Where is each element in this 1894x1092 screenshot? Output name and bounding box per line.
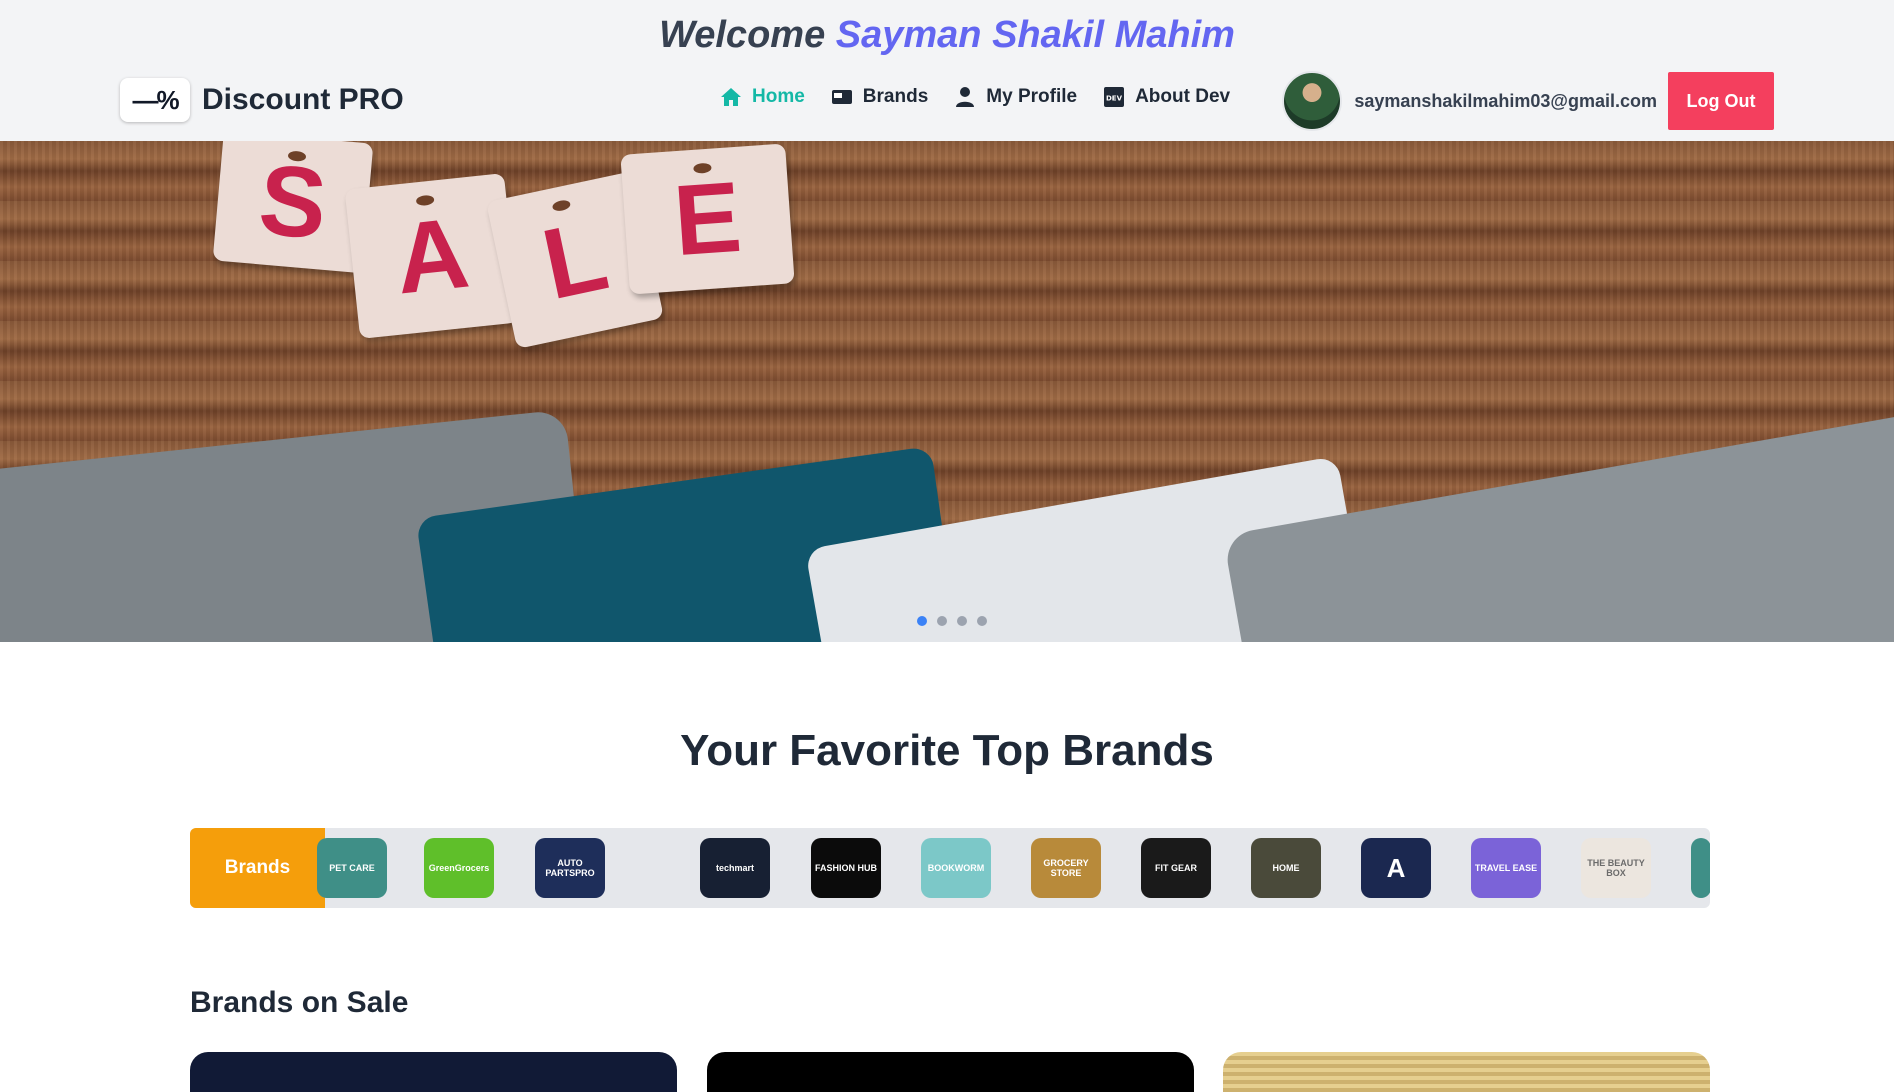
brand-logo-tile[interactable]: PET CARE [317, 838, 387, 898]
main-nav: Home Brands My Profile DEV About Dev [720, 86, 1230, 108]
nav-my-profile[interactable]: My Profile [954, 86, 1077, 108]
sale-card[interactable] [1223, 1052, 1710, 1092]
sale-tag-a: A [344, 173, 520, 339]
carousel-dot[interactable] [977, 616, 987, 626]
brand-logos: PET CARE GreenGrocers AUTO PARTSPRO techmar… [317, 828, 1710, 908]
carousel-dot[interactable] [937, 616, 947, 626]
brand-logo-text: techmart [715, 863, 754, 873]
welcome-user-name: Sayman Shakil Mahim [835, 14, 1235, 56]
brand-logo-tile[interactable]: BOOKWORM [921, 838, 991, 898]
brand-home-link[interactable]: —% Discount PRO [120, 78, 404, 122]
brand-logo-tile[interactable]: GROCERY STORE [1031, 838, 1101, 898]
home-icon [720, 86, 742, 108]
brand-logo-text: HOME [1272, 863, 1300, 873]
brand-logo-text: FASHION HUB [814, 863, 877, 873]
welcome-banner: Welcome Sayman Shakil Mahim [0, 14, 1894, 57]
brands-marquee-label: Brands [190, 828, 325, 908]
brand-logo-text: PET CARE [329, 863, 375, 873]
sale-tag-e: E [620, 143, 795, 295]
avatar[interactable] [1282, 71, 1343, 131]
brands-on-sale-title: Brands on Sale [190, 986, 409, 1019]
brand-name: Discount PRO [202, 83, 404, 116]
sale-card[interactable] [190, 1052, 677, 1092]
brand-logo-tile[interactable]: THE BEAUTY BOX [1581, 838, 1651, 898]
nav-brands[interactable]: Brands [831, 86, 928, 108]
brand-logo-tile[interactable]: FASHION HUB [811, 838, 881, 898]
brand-logo-tile[interactable]: FIT GEAR [1141, 838, 1211, 898]
dev-icon: DEV [1103, 86, 1125, 108]
carousel-dots [917, 616, 987, 626]
nav-home[interactable]: Home [720, 86, 805, 108]
brand-logo-tile[interactable]: GreenGrocers [424, 838, 494, 898]
user-icon [954, 86, 976, 108]
nav-about-dev-label: About Dev [1135, 86, 1231, 107]
nav-about-dev[interactable]: DEV About Dev [1103, 86, 1230, 108]
brand-logo-text: GROCERY STORE [1043, 858, 1089, 878]
svg-text:DEV: DEV [1106, 95, 1123, 103]
discount-logo-icon: —% [120, 78, 190, 122]
logout-button[interactable]: Log Out [1668, 72, 1774, 130]
carousel-dot[interactable] [957, 616, 967, 626]
brand-logo-text: BOOKWORM [927, 863, 985, 873]
brand-logo-text: GreenGrocers [428, 863, 490, 873]
brand-logo-tile[interactable]: TRAVEL EASE [1471, 838, 1541, 898]
brands-marquee: Brands PET CARE GreenGrocers AUTO PARTSPRO… [190, 828, 1710, 908]
nav-my-profile-label: My Profile [986, 86, 1078, 107]
card-icon [831, 86, 853, 108]
nav-brands-label: Brands [862, 86, 929, 107]
carousel-dot[interactable] [917, 616, 927, 626]
user-area: saymanshakilmahim03@gmail.com Log Out [1282, 71, 1774, 131]
welcome-prefix: Welcome [659, 14, 826, 56]
brand-logo-tile[interactable]: techmart [700, 838, 770, 898]
brand-logo-tile[interactable] [1691, 838, 1710, 898]
nav-home-label: Home [752, 86, 805, 107]
brand-logo-text: TRAVEL EASE [1474, 863, 1538, 873]
brand-logo-text: THE BEAUTY BOX [1587, 858, 1645, 878]
user-email: saymanshakilmahim03@gmail.com [1354, 90, 1657, 111]
brand-logo-text: A [1386, 852, 1406, 883]
sale-card[interactable] [707, 1052, 1194, 1092]
brand-logo-tile[interactable]: A [1361, 838, 1431, 898]
hero-carousel[interactable]: S A L E [0, 141, 1894, 642]
brand-logo-tile[interactable]: AUTO PARTSPRO [535, 838, 605, 898]
brand-logo-text: AUTO PARTSPRO [545, 858, 595, 878]
brand-logo-tile[interactable]: HOME [1251, 838, 1321, 898]
top-brands-title: Your Favorite Top Brands [680, 726, 1214, 775]
header: Welcome Sayman Shakil Mahim —% Discount … [0, 0, 1894, 141]
brand-logo-text: FIT GEAR [1155, 863, 1197, 873]
